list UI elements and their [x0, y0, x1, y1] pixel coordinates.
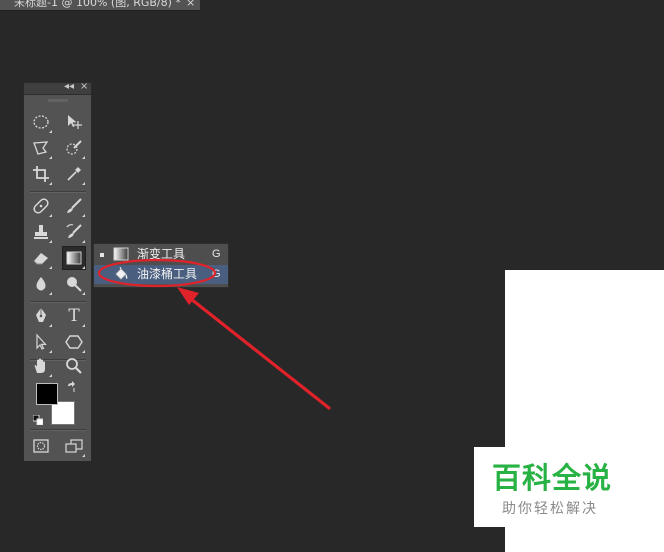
elliptical-marquee-tool[interactable] — [30, 111, 52, 133]
eraser-tool[interactable] — [30, 247, 52, 269]
watermark: 百科全说 助你轻松解决 — [474, 447, 640, 527]
eyedropper-tool[interactable] — [63, 163, 85, 185]
panel-grip[interactable] — [48, 99, 68, 102]
quick-mask-icon — [33, 439, 49, 453]
pen-tool[interactable] — [30, 305, 52, 327]
magnifier-icon — [66, 358, 82, 374]
default-colors-icon[interactable] — [33, 415, 43, 425]
quick-select-brush-icon — [66, 140, 82, 155]
crop-tool[interactable] — [30, 163, 52, 185]
move-tool[interactable] — [63, 111, 85, 133]
flyout-item-gradient-tool[interactable]: 渐变工具 G — [94, 245, 228, 264]
path-select-arrow-icon — [36, 333, 47, 350]
pointer-arrow — [184, 293, 331, 410]
gradient-tool[interactable] — [62, 246, 86, 270]
dodge-tool[interactable] — [63, 273, 85, 295]
gradient-icon — [113, 247, 129, 261]
polygonal-lasso-tool[interactable] — [30, 137, 52, 159]
swap-colors-icon[interactable] — [66, 381, 78, 393]
type-icon: T — [68, 306, 80, 326]
screen-mode[interactable] — [63, 435, 85, 457]
watermark-subtitle: 助你轻松解决 — [502, 501, 598, 517]
move-arrow-icon — [68, 115, 82, 129]
stamp-icon — [34, 225, 48, 239]
pen-icon — [36, 308, 46, 322]
brush-tool[interactable] — [63, 195, 85, 217]
polygon-lasso-icon — [33, 141, 49, 155]
blur-tool[interactable] — [30, 273, 52, 295]
document-title: 未标题-1 @ 100% (图, RGB/8) * — [14, 0, 181, 9]
gradient-icon — [66, 251, 82, 265]
zoom-tool[interactable] — [63, 355, 85, 377]
history-brush-icon — [66, 224, 82, 238]
shape-tool[interactable] — [63, 331, 85, 353]
foreground-color-swatch[interactable] — [36, 383, 58, 405]
tools-panel: ◂◂ × T — [23, 81, 92, 462]
watermark-title: 百科全说 — [492, 461, 613, 495]
flyout-item-paint-bucket-tool[interactable]: 油漆桶工具 G — [94, 265, 228, 284]
eyedropper-icon — [67, 167, 81, 181]
brush-icon — [67, 198, 82, 213]
quick-selection-tool[interactable] — [63, 137, 85, 159]
path-selection-tool[interactable] — [30, 331, 52, 353]
gradient-tool-flyout: 渐变工具 G 油漆桶工具 G — [93, 243, 229, 288]
flyout-item-label: 油漆桶工具 — [137, 267, 198, 281]
panel-header[interactable]: ◂◂ × — [24, 81, 91, 95]
close-tab-icon[interactable]: × — [186, 0, 195, 8]
collapse-icon[interactable]: ◂◂ — [64, 81, 74, 92]
document-tab[interactable]: 未标题-1 @ 100% (图, RGB/8) * × — [0, 0, 200, 11]
quick-mask-mode[interactable] — [30, 435, 52, 457]
tool-divider — [30, 429, 86, 431]
tool-divider — [30, 191, 86, 193]
flyout-item-label: 渐变工具 — [137, 247, 186, 261]
hand-tool[interactable] — [30, 355, 52, 377]
spot-healing-brush-tool[interactable] — [30, 195, 52, 217]
ellipse-dashed-icon — [33, 115, 49, 129]
eraser-icon — [33, 253, 48, 265]
tool-divider — [30, 301, 86, 303]
hexagon-icon — [65, 335, 83, 349]
crop-icon — [33, 166, 49, 182]
bandage-icon — [33, 198, 49, 214]
pointer-arrowhead — [177, 287, 199, 305]
current-tool-bullet — [100, 253, 104, 257]
flyout-item-shortcut: G — [212, 248, 221, 260]
flyout-item-shortcut: G — [212, 268, 221, 280]
history-brush-tool[interactable] — [63, 221, 85, 243]
screen-mode-icon — [65, 439, 83, 453]
clone-stamp-tool[interactable] — [30, 221, 52, 243]
drop-icon — [36, 277, 46, 291]
type-tool[interactable]: T — [63, 305, 85, 327]
paint-bucket-icon — [115, 267, 128, 280]
dodge-icon — [67, 277, 82, 292]
hand-icon — [34, 358, 45, 373]
panel-close-icon[interactable]: × — [80, 81, 88, 92]
